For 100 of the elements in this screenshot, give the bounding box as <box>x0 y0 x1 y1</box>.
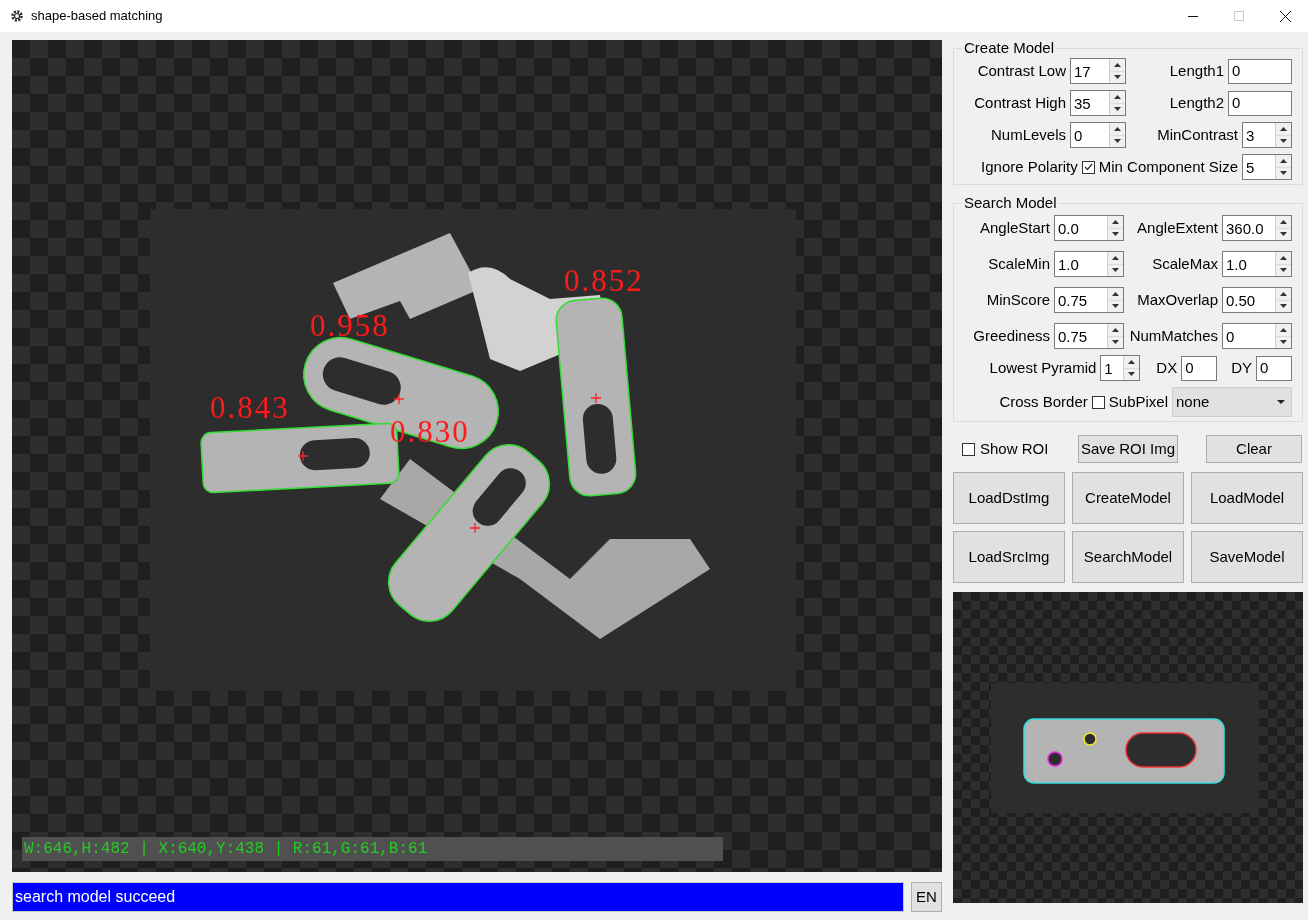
down-caret-icon <box>1114 139 1121 144</box>
up-caret-icon <box>1280 291 1287 296</box>
spin-up-button[interactable] <box>1276 216 1291 228</box>
field-label: DY <box>1231 357 1252 378</box>
subpixel-dropdown[interactable]: none <box>1172 387 1292 417</box>
spin-box[interactable]: 0.50 <box>1222 287 1292 313</box>
field-label: Show ROI <box>980 438 1049 459</box>
spin-up-button[interactable] <box>1110 123 1125 135</box>
spin-box[interactable]: 0.75 <box>1054 323 1124 349</box>
action-button[interactable]: SaveModel <box>1191 531 1303 583</box>
match-score: 0.958 <box>310 310 390 341</box>
checkbox[interactable] <box>1081 160 1095 174</box>
down-caret-icon <box>1112 304 1119 309</box>
down-caret-icon <box>1112 268 1119 273</box>
down-caret-icon <box>1112 340 1119 345</box>
action-button[interactable]: CreateModel <box>1072 472 1184 524</box>
spin-up-button[interactable] <box>1124 356 1140 368</box>
down-caret-icon <box>1114 107 1121 112</box>
maximize-icon <box>1234 11 1244 21</box>
spin-box[interactable]: 3 <box>1242 122 1292 148</box>
field-label: ScaleMin <box>988 253 1050 274</box>
down-caret-icon <box>1114 75 1121 80</box>
down-caret-icon <box>1280 340 1287 345</box>
field-label: Cross Border <box>999 391 1088 412</box>
spin-up-button[interactable] <box>1110 91 1125 103</box>
spin-box[interactable]: 0.0 <box>1054 215 1124 241</box>
spin-box[interactable]: 360.0 <box>1222 215 1292 241</box>
match-score: 0.852 <box>564 265 644 296</box>
spin-up-button[interactable] <box>1276 324 1291 336</box>
spin-up-button[interactable] <box>1110 59 1125 71</box>
field-label: Contrast High <box>974 92 1066 113</box>
field-label: AngleExtent <box>1137 217 1218 238</box>
field-label: Length2 <box>1169 92 1224 113</box>
field-label: Min Component Size <box>1098 156 1238 177</box>
down-caret-icon <box>1280 268 1287 273</box>
up-caret-icon <box>1280 255 1287 260</box>
input-field[interactable]: 0 <box>1228 58 1292 84</box>
spin-box[interactable]: 1.0 <box>1222 251 1292 277</box>
spin-up-button[interactable] <box>1108 216 1123 228</box>
close-icon <box>1279 10 1291 22</box>
spin-box[interactable]: 1 <box>1100 355 1141 381</box>
spin-up-button[interactable] <box>1108 324 1123 336</box>
down-caret-icon <box>1280 139 1287 144</box>
image-info: W:646,H:482 | X:640,Y:438 | R:61,G:61,B:61 <box>22 837 723 861</box>
up-caret-icon <box>1112 327 1119 332</box>
field-label: MinContrast <box>1157 124 1238 145</box>
up-caret-icon <box>1280 219 1287 224</box>
action-button[interactable]: LoadDstImg <box>953 472 1065 524</box>
clear-button[interactable]: Clear <box>1206 435 1302 463</box>
field-label: Greediness <box>973 325 1050 346</box>
up-caret-icon <box>1114 126 1121 131</box>
up-caret-icon <box>1128 359 1136 364</box>
up-caret-icon <box>1280 158 1287 163</box>
spin-up-button[interactable] <box>1276 288 1291 300</box>
group-title: Search Model <box>963 195 1058 211</box>
field-label: ScaleMax <box>1152 253 1218 274</box>
checkbox[interactable] <box>962 442 975 456</box>
spin-box[interactable]: 0 <box>1070 122 1126 148</box>
spin-box[interactable]: 17 <box>1070 58 1126 84</box>
field-label: Ignore Polarity <box>981 156 1078 177</box>
input-field[interactable]: 0 <box>1181 355 1218 381</box>
spin-up-button[interactable] <box>1276 252 1291 264</box>
up-caret-icon <box>1114 62 1121 67</box>
match-score: 0.843 <box>210 392 290 423</box>
action-button[interactable]: SearchModel <box>1072 531 1184 583</box>
input-field[interactable]: 0 <box>1228 90 1292 116</box>
checkbox[interactable] <box>1091 395 1105 409</box>
up-caret-icon <box>1112 255 1119 260</box>
down-caret-icon <box>1280 304 1287 309</box>
check-icon <box>1083 163 1093 171</box>
window-title: shape-based matching <box>31 7 163 26</box>
group-title: Create Model <box>963 40 1056 56</box>
field-label: SubPixel <box>1108 391 1168 412</box>
up-caret-icon <box>1112 291 1119 296</box>
field-label: Length1 <box>1169 60 1224 81</box>
save-roi-button[interactable]: Save ROI Img <box>1078 435 1178 463</box>
up-caret-icon <box>1280 126 1287 131</box>
spin-up-button[interactable] <box>1108 288 1123 300</box>
spin-box[interactable]: 1.0 <box>1054 251 1124 277</box>
spin-box[interactable]: 0.75 <box>1054 287 1124 313</box>
up-caret-icon <box>1114 94 1121 99</box>
up-caret-icon <box>1112 219 1119 224</box>
action-button[interactable]: LoadModel <box>1191 472 1303 524</box>
field-label: Contrast Low <box>977 60 1066 81</box>
spin-up-button[interactable] <box>1108 252 1123 264</box>
field-label: AngleStart <box>979 217 1050 238</box>
spin-box[interactable]: 5 <box>1242 154 1292 180</box>
field-label: DX <box>1156 357 1178 378</box>
language-button[interactable]: EN <box>911 882 942 912</box>
spin-box[interactable]: 0 <box>1222 323 1292 349</box>
status-message: search model succeed <box>12 882 904 912</box>
spin-up-button[interactable] <box>1276 123 1291 135</box>
up-caret-icon <box>1280 327 1287 332</box>
action-button[interactable]: LoadSrcImg <box>953 531 1065 583</box>
spin-box[interactable]: 35 <box>1070 90 1126 116</box>
spin-up-button[interactable] <box>1276 155 1291 167</box>
input-field[interactable]: 0 <box>1256 355 1292 381</box>
dropdown-caret-icon <box>1277 400 1285 404</box>
down-caret-icon <box>1128 372 1136 377</box>
gear-icon <box>10 9 24 23</box>
